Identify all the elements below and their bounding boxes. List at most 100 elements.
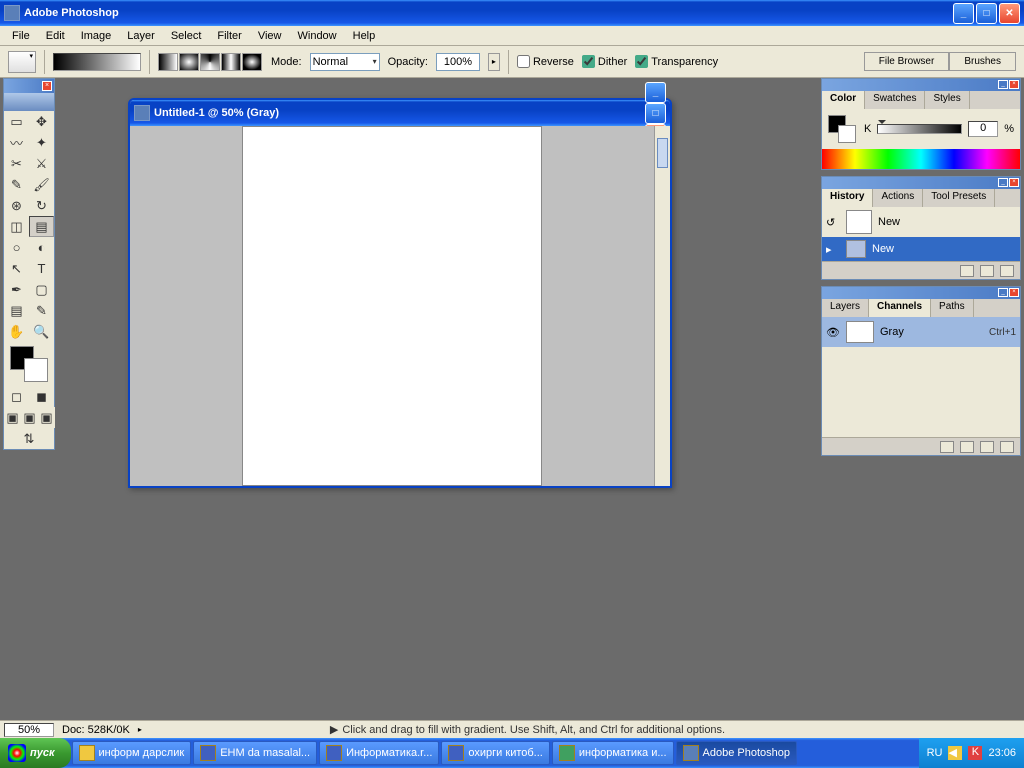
screen-standard-button[interactable]: ▣ (4, 407, 21, 428)
tab-history[interactable]: History (822, 189, 873, 207)
new-doc-from-state-icon[interactable] (960, 265, 974, 277)
menu-file[interactable]: File (4, 28, 38, 44)
tab-layers[interactable]: Layers (822, 299, 869, 317)
tool-preset-picker[interactable] (8, 51, 36, 73)
eyedropper-tool[interactable]: ✎ (29, 300, 54, 321)
tab-color[interactable]: Color (822, 91, 865, 109)
opacity-arrow[interactable]: ▸ (488, 53, 500, 71)
window-minimize-button[interactable]: _ (953, 3, 974, 24)
blur-tool[interactable]: ○ (4, 237, 29, 258)
color-panel-minimize-icon[interactable]: _ (998, 80, 1008, 89)
screen-full-menubar-button[interactable]: ▣ (21, 407, 38, 428)
canvas-area[interactable] (130, 126, 654, 486)
layers-panel-minimize-icon[interactable]: _ (998, 288, 1008, 297)
eraser-tool[interactable]: ◫ (4, 216, 29, 237)
notes-tool[interactable]: ▤ (4, 300, 29, 321)
crop-tool[interactable]: ✂ (4, 153, 29, 174)
tab-actions[interactable]: Actions (873, 189, 923, 207)
color-mini-swatches[interactable] (828, 115, 858, 143)
k-value-input[interactable]: 0 (968, 121, 998, 137)
jump-to-imageready-button[interactable]: ⇅ (4, 428, 54, 449)
load-selection-icon[interactable] (940, 441, 954, 453)
tab-channels[interactable]: Channels (869, 299, 931, 317)
shape-tool[interactable]: ▢ (29, 279, 54, 300)
color-panel-close-icon[interactable]: × (1009, 80, 1019, 89)
visibility-eye-icon[interactable]: 👁 (826, 326, 840, 339)
scrollbar-thumb[interactable] (657, 138, 668, 168)
dodge-tool[interactable]: ◐ (29, 237, 54, 258)
taskbar-item[interactable]: охирги китоб... (441, 741, 549, 765)
quickmask-mode-button[interactable]: ◼ (29, 386, 54, 407)
gradient-linear-button[interactable] (158, 53, 178, 71)
menu-window[interactable]: Window (290, 28, 345, 44)
gradient-diamond-button[interactable] (242, 53, 262, 71)
save-selection-icon[interactable] (960, 441, 974, 453)
window-close-button[interactable]: ✕ (999, 3, 1020, 24)
menu-image[interactable]: Image (73, 28, 120, 44)
gradient-angle-button[interactable] (200, 53, 220, 71)
layers-panel-header[interactable]: _ × (822, 287, 1020, 299)
mini-background-color[interactable] (838, 125, 856, 143)
transparency-checkbox[interactable]: Transparency (635, 55, 718, 68)
marquee-tool[interactable]: ▭ (4, 111, 29, 132)
channel-row[interactable]: 👁 Gray Ctrl+1 (822, 317, 1020, 347)
history-panel-minimize-icon[interactable]: _ (998, 178, 1008, 187)
tray-icon[interactable]: ◀ (948, 746, 962, 760)
menu-help[interactable]: Help (345, 28, 384, 44)
window-maximize-button[interactable]: □ (976, 3, 997, 24)
document-minimize-button[interactable]: _ (645, 82, 666, 103)
stamp-tool[interactable]: ⊛ (4, 195, 29, 216)
history-panel-close-icon[interactable]: × (1009, 178, 1019, 187)
trash-icon[interactable] (1000, 265, 1014, 277)
move-tool[interactable]: ✥ (29, 111, 54, 132)
menu-view[interactable]: View (250, 28, 290, 44)
background-color[interactable] (24, 358, 48, 382)
document-maximize-button[interactable]: □ (645, 103, 666, 124)
menu-filter[interactable]: Filter (209, 28, 249, 44)
magic-wand-tool[interactable]: ✦ (29, 132, 54, 153)
language-indicator[interactable]: RU (927, 747, 943, 759)
slice-tool[interactable]: ⚔ (29, 153, 54, 174)
dither-checkbox[interactable]: Dither (582, 55, 627, 68)
color-spectrum[interactable] (822, 149, 1020, 169)
zoom-tool[interactable]: 🔍 (29, 321, 54, 342)
standard-mode-button[interactable]: ◻ (4, 386, 29, 407)
taskbar-item[interactable]: EHM da masalal... (193, 741, 317, 765)
type-tool[interactable]: T (29, 258, 54, 279)
zoom-input[interactable]: 50% (4, 723, 54, 737)
healing-brush-tool[interactable]: ✎ (4, 174, 29, 195)
gradient-radial-button[interactable] (179, 53, 199, 71)
screen-full-button[interactable]: ▣ (38, 407, 55, 428)
palette-well-brushes[interactable]: Brushes (949, 52, 1016, 71)
canvas[interactable] (242, 126, 542, 486)
gradient-reflected-button[interactable] (221, 53, 241, 71)
blend-mode-select[interactable]: Normal (310, 53, 380, 71)
tray-kaspersky-icon[interactable]: K (968, 746, 982, 760)
reverse-checkbox[interactable]: Reverse (517, 55, 574, 68)
taskbar-item[interactable]: информ дарслик (72, 741, 192, 765)
history-panel-header[interactable]: _ × (822, 177, 1020, 189)
taskbar-item[interactable]: Информатика.r... (319, 741, 439, 765)
gradient-picker[interactable] (53, 53, 141, 71)
lasso-tool[interactable]: 〰 (4, 132, 29, 153)
history-snapshot[interactable]: ↺ New (822, 207, 1020, 237)
color-panel-header[interactable]: _ × (822, 79, 1020, 91)
menu-layer[interactable]: Layer (119, 28, 163, 44)
path-select-tool[interactable]: ↖ (4, 258, 29, 279)
hand-tool[interactable]: ✋ (4, 321, 29, 342)
tab-tool-presets[interactable]: Tool Presets (923, 189, 995, 207)
document-titlebar[interactable]: Untitled-1 @ 50% (Gray) _ □ ✕ (130, 100, 670, 126)
tab-styles[interactable]: Styles (925, 91, 969, 109)
clock[interactable]: 23:06 (988, 747, 1016, 759)
menu-edit[interactable]: Edit (38, 28, 73, 44)
tab-swatches[interactable]: Swatches (865, 91, 925, 109)
history-state[interactable]: ▸ New (822, 237, 1020, 261)
taskbar-item[interactable]: информатика и... (552, 741, 674, 765)
brush-tool[interactable]: 🖌 (29, 174, 54, 195)
gradient-tool[interactable]: ▤ (29, 216, 54, 237)
delete-channel-icon[interactable] (1000, 441, 1014, 453)
start-button[interactable]: пуск (0, 738, 71, 768)
new-snapshot-icon[interactable] (980, 265, 994, 277)
pen-tool[interactable]: ✒ (4, 279, 29, 300)
vertical-scrollbar[interactable] (654, 126, 670, 486)
